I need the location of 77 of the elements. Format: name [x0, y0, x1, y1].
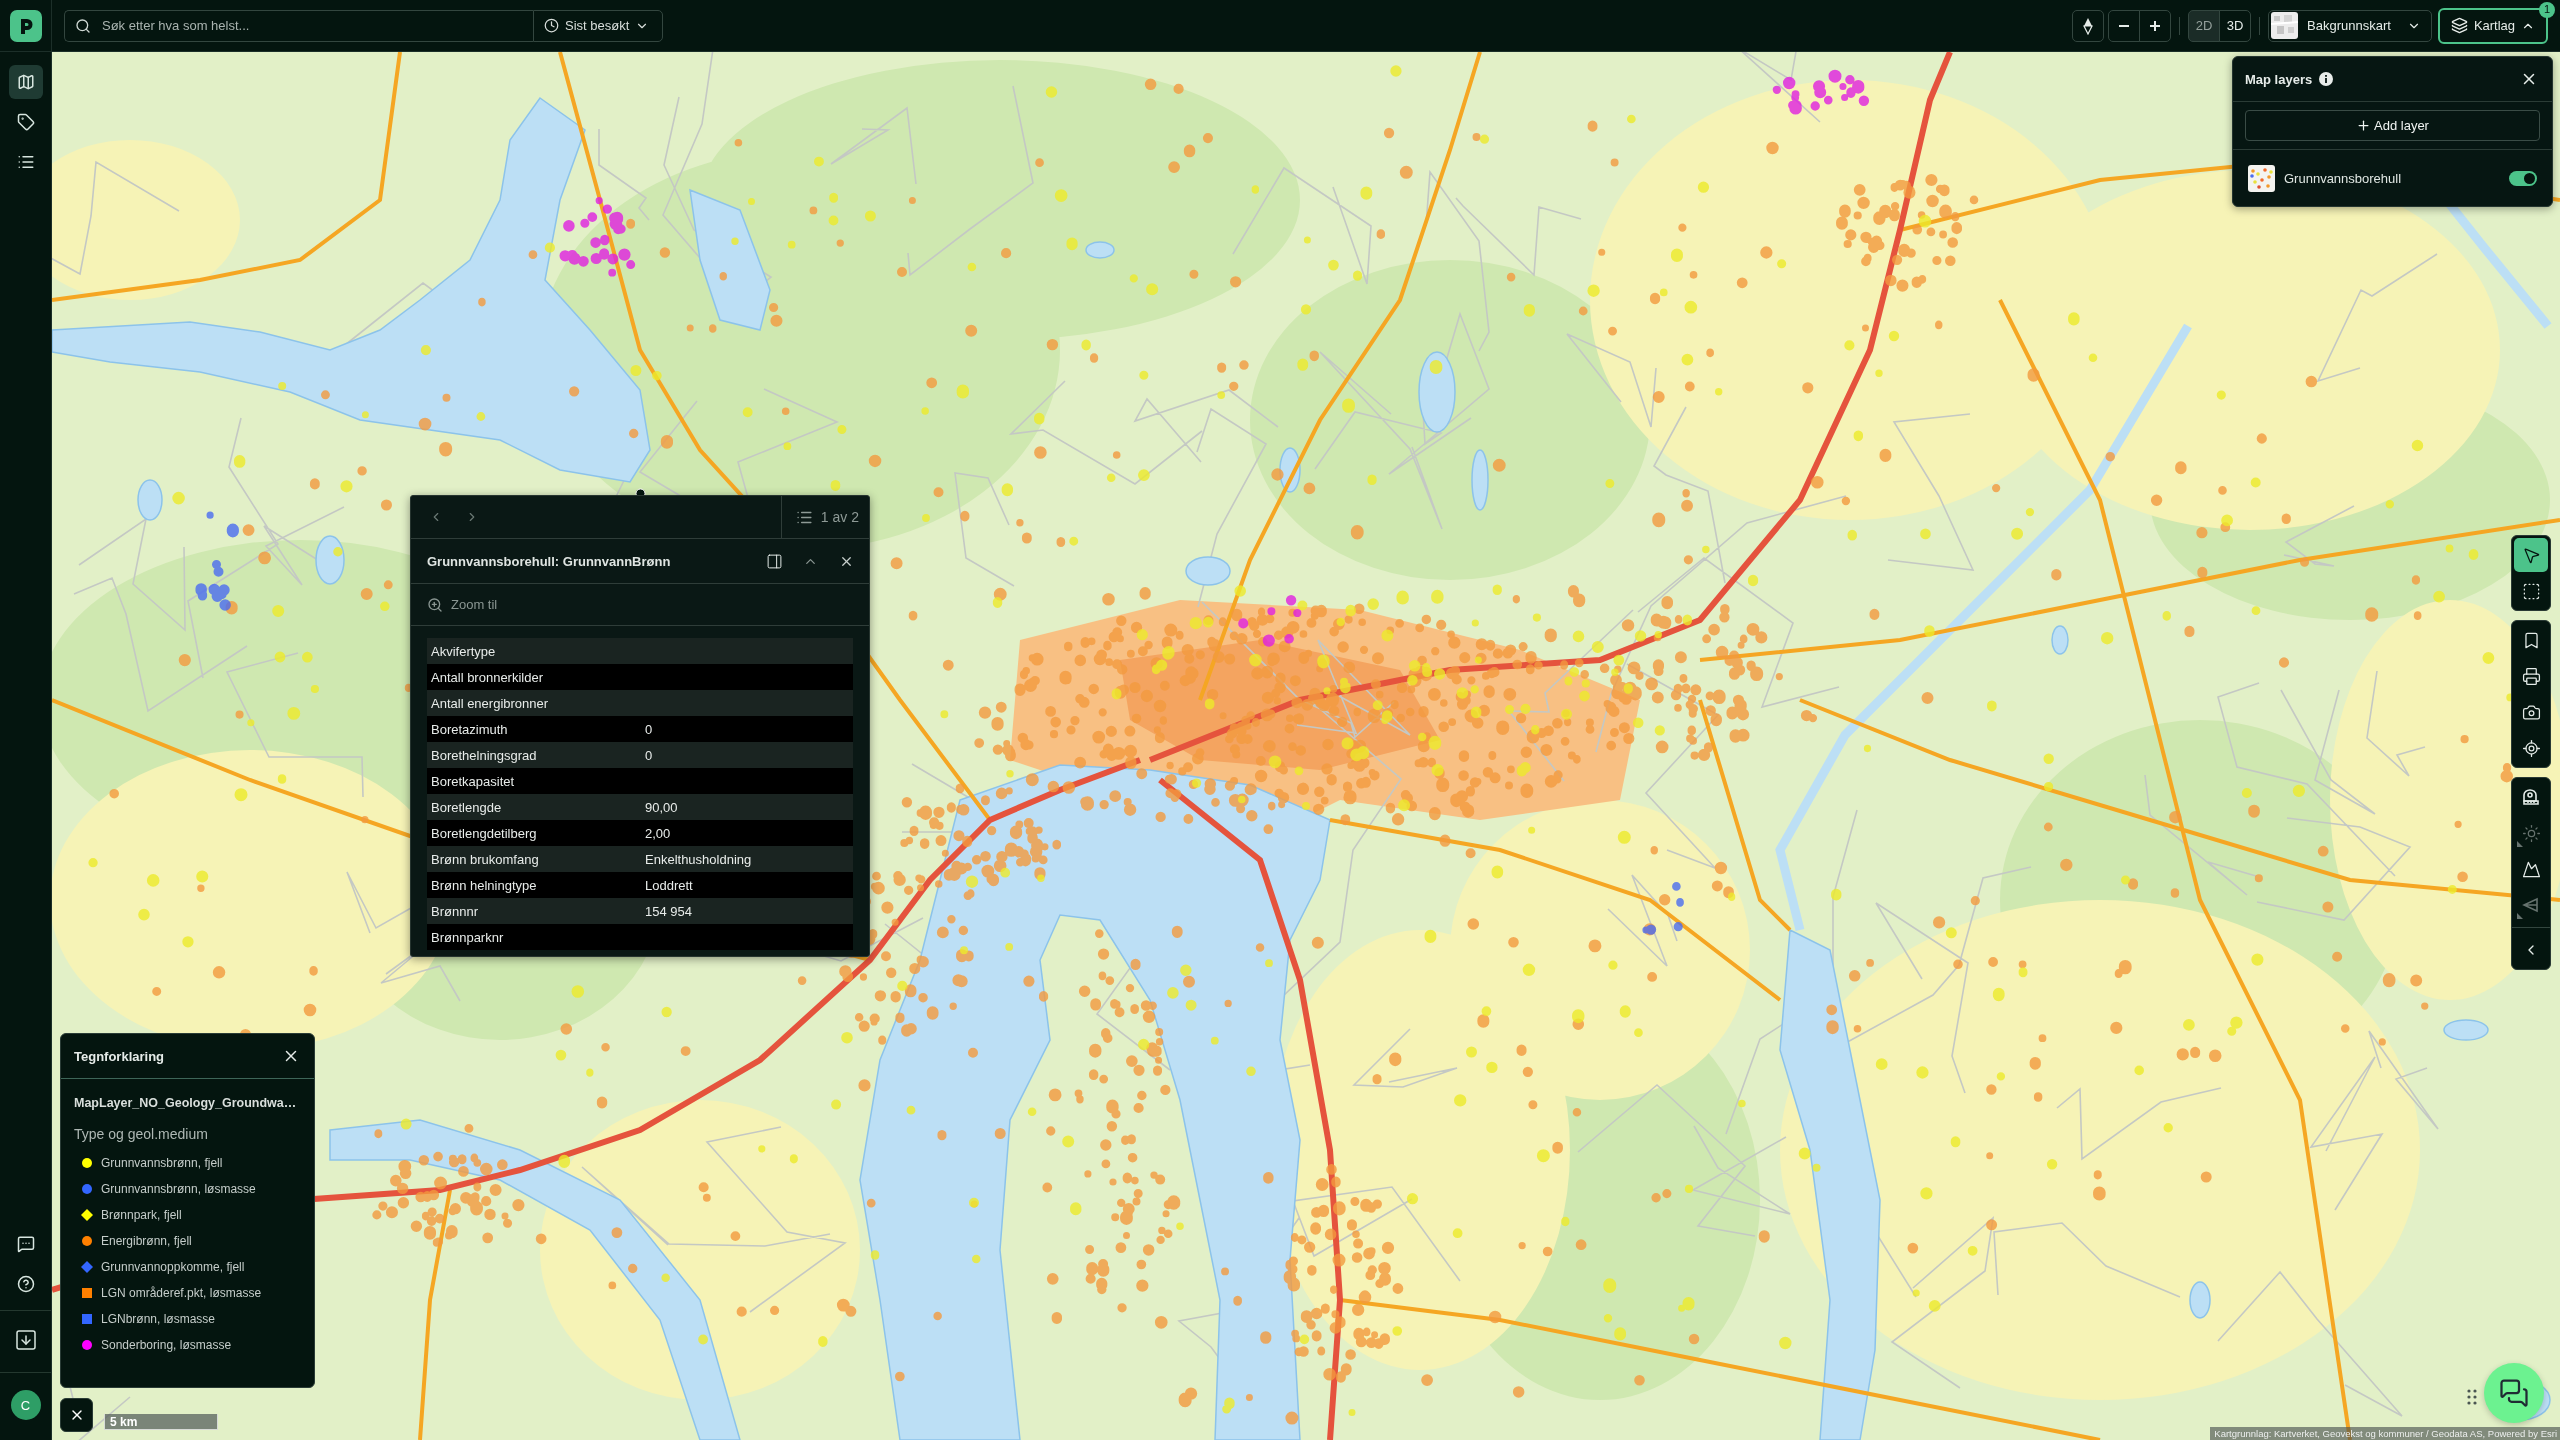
attribute-name: Akvifertype — [431, 643, 496, 659]
legend-label: LGN områderef.pkt, løsmasse — [101, 1286, 262, 1300]
legend-label: Sonderboring, løsmasse — [101, 1338, 232, 1352]
attribute-name: Borethelningsgrad — [431, 747, 537, 763]
attribute-value: 154 954 — [645, 903, 692, 919]
attribute-name: Brønnnr — [431, 903, 478, 919]
map-icon — [16, 73, 35, 91]
search-icon — [75, 17, 91, 34]
plus-icon — [2356, 118, 2372, 133]
zoom-to-button[interactable]: Zoom til — [423, 596, 502, 613]
legend-label: Grunnvannsbrønn, fjell — [101, 1156, 223, 1170]
mountain-icon — [2521, 859, 2541, 879]
printer-icon — [2521, 666, 2541, 686]
zoom-in-button[interactable] — [2139, 9, 2171, 42]
sidebar-button[interactable] — [8, 65, 43, 99]
layers-icon — [2450, 17, 2468, 34]
cone-icon — [2521, 895, 2541, 915]
basemap-dropdown[interactable]: Bakgrunnskart — [2268, 9, 2432, 42]
attribute-name: Antall energibronner — [431, 695, 549, 711]
feature-list-button[interactable]: 1 av 2 — [780, 496, 869, 538]
attribute-name: Brønn brukomfang — [431, 851, 539, 867]
layer-name: Grunnvannsborehull — [2284, 170, 2402, 186]
chat-icon — [16, 1235, 35, 1253]
legend-title: Tegnforklaring — [74, 1048, 165, 1064]
attribute-value: 90,00 — [645, 799, 678, 815]
legend-label: Grunnvannoppkomme, fjell — [101, 1260, 245, 1274]
attribute-name: Boretazimuth — [431, 721, 508, 737]
help-icon — [16, 1275, 35, 1293]
info-icon[interactable] — [2319, 72, 2334, 86]
basemap-thumbnail — [2271, 12, 2298, 39]
legend-label: Energibrønn, fjell — [101, 1234, 192, 1248]
layer-thumbnail — [2248, 164, 2275, 192]
grip-icon[interactable] — [2467, 1389, 2477, 1405]
zoom-in-icon — [427, 596, 443, 613]
pointer-tool-button[interactable] — [2514, 538, 2548, 572]
dashed-square-icon — [2521, 581, 2541, 601]
tape-measure-icon — [2521, 787, 2541, 807]
panel-icon — [765, 552, 783, 570]
attribute-name: Boretkapasitet — [431, 773, 515, 789]
compass-icon — [2083, 16, 2093, 35]
legend-group-label: Type og geol.medium — [74, 1126, 209, 1142]
legend-label: Grunnvannsbrønn, løsmasse — [101, 1182, 256, 1196]
close-legend-button[interactable] — [60, 1398, 93, 1432]
clock-icon — [544, 18, 559, 33]
tag-icon — [16, 113, 35, 131]
attribute-name: Brønn helningtype — [431, 877, 537, 893]
attribute-value: Loddrett — [645, 877, 693, 893]
attribute-name: Antall bronnerkilder — [431, 669, 543, 685]
attribute-value: 0 — [645, 721, 653, 737]
layer-toggle[interactable] — [2509, 170, 2537, 186]
view-mode-tab[interactable]: 2D — [2188, 9, 2220, 42]
popup-title: Grunnvannsborehull: GrunnvannBrønn — [427, 553, 672, 569]
attribute-value: 2,00 — [645, 825, 671, 841]
search-field[interactable]: Søk etter hva som helst... — [64, 9, 533, 42]
panel-title: Map layers — [2245, 71, 2313, 87]
attribute-name: Boretlengdetilberg — [431, 825, 537, 841]
sun-icon — [2521, 823, 2541, 843]
legend-label: Brønnpark, fjell — [101, 1208, 182, 1222]
chat-icon — [2499, 1378, 2529, 1408]
attribute-value: 0 — [645, 747, 653, 763]
attribute-name: Boretlengde — [431, 799, 502, 815]
add-layer-button[interactable]: Add layer — [2245, 110, 2540, 141]
legend-label: LGNbrønn, løsmasse — [101, 1312, 216, 1326]
crosshair-icon — [2521, 738, 2541, 758]
attribute-value: Enkelthusholdning — [645, 851, 752, 867]
scale-bar: 5 km — [104, 1414, 218, 1430]
list-icon — [16, 153, 35, 171]
view-mode-tab[interactable]: 3D — [2219, 9, 2251, 42]
count-badge: 1 — [2539, 1, 2555, 18]
minus-icon — [2119, 24, 2129, 27]
logo-icon[interactable] — [9, 9, 42, 42]
compass-button[interactable] — [2072, 9, 2104, 42]
layer-title: MapLayer_NO_Geology_Groundwa… — [74, 1096, 298, 1110]
attribution-text: Kartgrunnlag: Kartverket, Geovekst og kommuner / Geodata AS, Powered by Esri — [2210, 1427, 2560, 1440]
attribute-name: Brønnparknr — [431, 929, 504, 945]
recent-dropdown[interactable]: Sist besøkt — [533, 9, 663, 42]
plus-icon — [2150, 20, 2160, 31]
